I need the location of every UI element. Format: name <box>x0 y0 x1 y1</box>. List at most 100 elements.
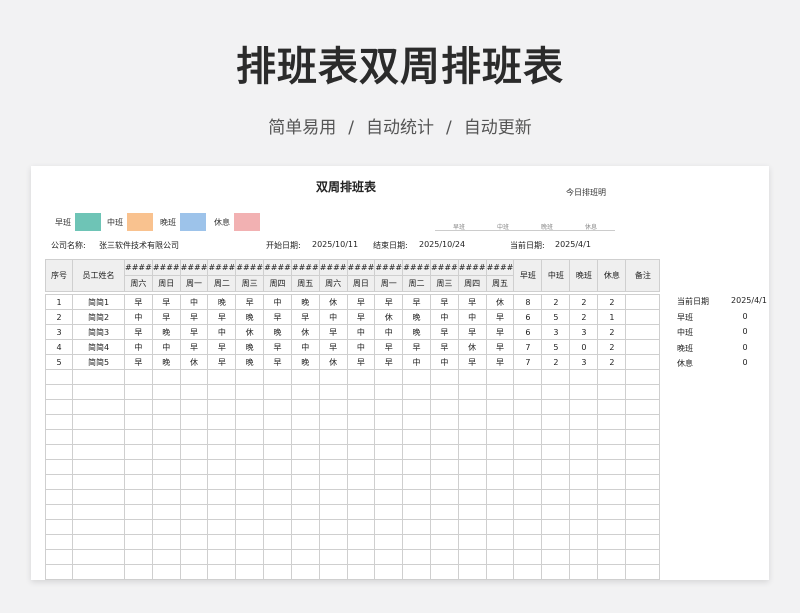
cell-shift[interactable]: 早 <box>207 309 237 325</box>
cell-empty[interactable] <box>235 534 265 550</box>
cell-empty[interactable] <box>625 564 661 580</box>
cell-empty[interactable] <box>45 564 73 580</box>
cell-empty[interactable] <box>290 549 320 565</box>
cell-empty[interactable] <box>179 444 209 460</box>
cell-empty[interactable] <box>402 399 431 415</box>
cell-shift[interactable]: 早 <box>263 339 292 355</box>
cell-empty[interactable] <box>263 504 292 520</box>
cell-empty[interactable] <box>290 429 320 445</box>
cell-empty[interactable] <box>402 369 431 385</box>
header-date[interactable]: #### <box>318 259 348 276</box>
cell-empty[interactable] <box>290 534 320 550</box>
cell-empty[interactable] <box>597 369 627 385</box>
cell-empty[interactable] <box>45 519 73 535</box>
cell-empty[interactable] <box>346 429 376 445</box>
cell-empty[interactable] <box>235 384 265 400</box>
cell-shift[interactable]: 早 <box>263 354 292 370</box>
cell-shift[interactable]: 早 <box>179 339 209 355</box>
cell-empty[interactable] <box>45 444 73 460</box>
cell-empty[interactable] <box>374 414 404 430</box>
cell-shift[interactable]: 休 <box>457 339 487 355</box>
cell-shift[interactable]: 早 <box>124 294 153 310</box>
cell-empty[interactable] <box>151 564 181 580</box>
cell-shift[interactable]: 休 <box>318 294 348 310</box>
cell-shift[interactable]: 早 <box>429 339 459 355</box>
header-weekday[interactable]: 周一 <box>374 275 404 292</box>
cell-empty[interactable] <box>513 414 543 430</box>
cell-empty[interactable] <box>402 534 431 550</box>
cell-note[interactable] <box>625 354 661 370</box>
cell-empty[interactable] <box>290 519 320 535</box>
cell-empty[interactable] <box>151 384 181 400</box>
cell-empty[interactable] <box>597 429 627 445</box>
cell-empty[interactable] <box>513 549 543 565</box>
cell-empty[interactable] <box>318 504 348 520</box>
cell-empty[interactable] <box>207 414 237 430</box>
cell-shift[interactable]: 中 <box>429 354 459 370</box>
cell-shift[interactable]: 中 <box>346 324 376 340</box>
header-date[interactable]: #### <box>457 259 487 276</box>
cell-empty[interactable] <box>72 429 125 445</box>
header-date[interactable]: #### <box>485 259 515 276</box>
cell-empty[interactable] <box>625 444 661 460</box>
cell-empty[interactable] <box>318 459 348 475</box>
cell-shift[interactable]: 中 <box>263 294 292 310</box>
cell-note[interactable] <box>625 309 661 325</box>
cell-empty[interactable] <box>485 504 515 520</box>
cell-empty[interactable] <box>625 384 661 400</box>
cell-stat[interactable]: 6 <box>513 324 543 340</box>
cell-empty[interactable] <box>151 534 181 550</box>
cell-empty[interactable] <box>402 444 431 460</box>
header-stat[interactable]: 中班 <box>541 259 571 292</box>
cell-shift[interactable]: 晚 <box>402 309 431 325</box>
cell-empty[interactable] <box>207 504 237 520</box>
cell-shift[interactable]: 早 <box>318 339 348 355</box>
cell-empty[interactable] <box>597 534 627 550</box>
cell-empty[interactable] <box>235 564 265 580</box>
cell-empty[interactable] <box>72 564 125 580</box>
cell-empty[interactable] <box>346 414 376 430</box>
cell-stat[interactable]: 2 <box>569 294 599 310</box>
header-weekday[interactable]: 周三 <box>429 275 459 292</box>
cell-empty[interactable] <box>45 549 73 565</box>
cell-empty[interactable] <box>457 564 487 580</box>
cell-shift[interactable]: 晚 <box>263 324 292 340</box>
cell-empty[interactable] <box>513 504 543 520</box>
cell-empty[interactable] <box>72 369 125 385</box>
cell-empty[interactable] <box>346 564 376 580</box>
header-stat[interactable]: 休息 <box>597 259 627 292</box>
cell-empty[interactable] <box>124 534 153 550</box>
cell-empty[interactable] <box>429 489 459 505</box>
cell-empty[interactable] <box>72 519 125 535</box>
cell-empty[interactable] <box>402 504 431 520</box>
cell-empty[interactable] <box>263 474 292 490</box>
cell-shift[interactable]: 早 <box>402 339 431 355</box>
cell-empty[interactable] <box>402 489 431 505</box>
header-weekday[interactable]: 周五 <box>290 275 320 292</box>
cell-shift[interactable]: 晚 <box>290 294 320 310</box>
header-weekday[interactable]: 周五 <box>485 275 515 292</box>
cell-name[interactable]: 简简5 <box>72 354 125 370</box>
cell-seq[interactable]: 5 <box>45 354 73 370</box>
cell-empty[interactable] <box>179 384 209 400</box>
cell-empty[interactable] <box>151 474 181 490</box>
cell-shift[interactable]: 中 <box>374 324 404 340</box>
cell-empty[interactable] <box>541 459 571 475</box>
cell-empty[interactable] <box>485 459 515 475</box>
cell-empty[interactable] <box>625 474 661 490</box>
cell-stat[interactable]: 2 <box>569 309 599 325</box>
cell-empty[interactable] <box>541 444 571 460</box>
cell-empty[interactable] <box>263 399 292 415</box>
cell-empty[interactable] <box>597 399 627 415</box>
cell-empty[interactable] <box>374 399 404 415</box>
header-weekday[interactable]: 周六 <box>318 275 348 292</box>
cell-empty[interactable] <box>402 564 431 580</box>
cell-empty[interactable] <box>513 564 543 580</box>
cell-empty[interactable] <box>569 564 599 580</box>
cell-empty[interactable] <box>179 549 209 565</box>
cell-empty[interactable] <box>124 459 153 475</box>
cell-shift[interactable]: 晚 <box>235 339 265 355</box>
header-weekday[interactable]: 周日 <box>346 275 376 292</box>
cell-empty[interactable] <box>235 429 265 445</box>
cell-empty[interactable] <box>290 414 320 430</box>
